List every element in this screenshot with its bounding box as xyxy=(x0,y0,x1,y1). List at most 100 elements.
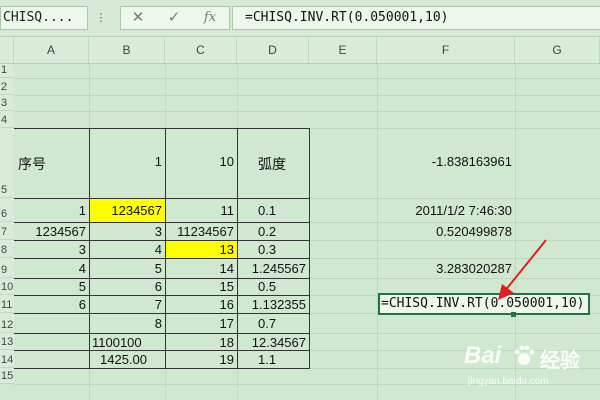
cell-c7[interactable]: 11234567 xyxy=(166,224,237,239)
column-header-c[interactable]: C xyxy=(165,37,237,63)
cell-c8[interactable]: 13 xyxy=(166,242,237,257)
cell-d13[interactable]: 12.34567 xyxy=(238,335,309,350)
row-header-3[interactable]: 3 xyxy=(0,95,14,111)
cell-d10[interactable]: 0.5 xyxy=(238,279,309,294)
formula-buttons: ✕ ✓ fx xyxy=(120,6,230,30)
gridline xyxy=(165,368,166,400)
cell-a9[interactable]: 4 xyxy=(15,261,89,276)
gridline xyxy=(309,333,600,334)
cell-d12[interactable]: 0.7 xyxy=(238,316,309,331)
cell-d8[interactable]: 0.3 xyxy=(238,242,309,257)
column-header-f[interactable]: F xyxy=(377,37,515,63)
row-header-6[interactable]: 6 xyxy=(0,198,14,222)
gridline xyxy=(237,64,238,128)
gridline xyxy=(14,111,600,112)
cell-d5[interactable]: 弧度 xyxy=(238,154,309,174)
gridline xyxy=(165,64,166,128)
cell-b7[interactable]: 3 xyxy=(90,224,165,239)
row-header-4[interactable]: 4 xyxy=(0,111,14,128)
annotation-arrow-icon xyxy=(498,239,547,300)
gridline xyxy=(14,95,600,96)
row-header-5[interactable]: 5 xyxy=(0,128,14,198)
cell-b9[interactable]: 5 xyxy=(90,261,165,276)
cell-f6[interactable]: 2011/1/2 7:46:30 xyxy=(378,203,515,218)
cell-c9[interactable]: 14 xyxy=(166,261,237,276)
cell-b14[interactable]: 1425.00 xyxy=(90,352,165,367)
insert-function-icon[interactable]: fx xyxy=(193,7,227,29)
column-header-a[interactable]: A xyxy=(14,37,89,63)
select-all-corner[interactable] xyxy=(0,37,14,63)
cell-d11[interactable]: 1.132355 xyxy=(238,297,309,312)
column-header-e[interactable]: E xyxy=(309,37,377,63)
table-border xyxy=(309,128,310,368)
chevron-down-icon[interactable]: ⋮ xyxy=(94,6,108,30)
table-border xyxy=(14,222,310,223)
column-header-b[interactable]: B xyxy=(89,37,165,63)
cell-d9[interactable]: 1.245567 xyxy=(238,261,309,276)
formula-input[interactable]: =CHISQ.INV.RT(0.050001,10) xyxy=(232,6,600,30)
cell-c13[interactable]: 18 xyxy=(166,335,237,350)
table-border xyxy=(14,295,310,296)
row-header-12[interactable]: 12 xyxy=(0,313,14,333)
cell-a8[interactable]: 3 xyxy=(15,242,89,257)
column-header-d[interactable]: D xyxy=(237,37,309,63)
column-header-row: A B C D E F G xyxy=(0,37,600,64)
cell-b12[interactable]: 8 xyxy=(90,316,165,331)
cell-b5[interactable]: 1 xyxy=(90,154,165,169)
cell-c14[interactable]: 19 xyxy=(166,352,237,367)
cell-c5[interactable]: 10 xyxy=(166,154,237,169)
cell-b13[interactable]: 1100100 xyxy=(90,335,165,350)
fill-handle[interactable] xyxy=(511,312,516,317)
name-box[interactable]: CHISQ.... xyxy=(0,6,88,30)
cell-a10[interactable]: 5 xyxy=(15,279,89,294)
table-border xyxy=(14,258,310,259)
watermark-brand: Bai xyxy=(464,342,502,369)
gridline xyxy=(14,78,600,79)
formula-toolbar: CHISQ.... ⋮ ✕ ✓ fx =CHISQ.INV.RT(0.05000… xyxy=(0,0,600,37)
row-header-8[interactable]: 8 xyxy=(0,240,14,258)
cell-c11[interactable]: 16 xyxy=(166,297,237,312)
row-header-11[interactable]: 11 xyxy=(0,295,14,313)
cell-a6[interactable]: 1 xyxy=(15,203,89,218)
cell-b11[interactable]: 7 xyxy=(90,297,165,312)
column-header-g[interactable]: G xyxy=(515,37,600,63)
baidu-watermark: Bai 经验 jingyan.baidu.com xyxy=(458,338,598,400)
table-border xyxy=(14,350,310,351)
paw-icon xyxy=(514,345,535,365)
cell-c6[interactable]: 11 xyxy=(166,203,237,218)
table-border xyxy=(14,313,310,314)
row-header-7[interactable]: 7 xyxy=(0,222,14,240)
table-border xyxy=(14,368,310,369)
row-header-1[interactable]: 1 xyxy=(0,64,14,78)
cell-b6[interactable]: 1234567 xyxy=(90,203,165,218)
table-border xyxy=(14,128,310,129)
row-header-9[interactable]: 9 xyxy=(0,258,14,278)
cell-f5[interactable]: -1.838163961 xyxy=(378,154,515,169)
cell-a7[interactable]: 1234567 xyxy=(15,224,89,239)
cell-a5[interactable]: 序号 xyxy=(15,154,89,174)
gridline xyxy=(89,64,90,128)
row-header-15[interactable]: 15 xyxy=(0,368,14,384)
enter-check-icon[interactable]: ✓ xyxy=(157,7,191,29)
cell-c10[interactable]: 15 xyxy=(166,279,237,294)
table-border xyxy=(14,198,310,199)
table-border xyxy=(14,333,310,334)
cell-c12[interactable]: 17 xyxy=(166,316,237,331)
cancel-icon[interactable]: ✕ xyxy=(121,7,155,29)
cell-d6[interactable]: 0.1 xyxy=(238,203,309,218)
row-header-14[interactable]: 14 xyxy=(0,350,14,368)
gridline xyxy=(309,222,600,223)
gridline xyxy=(89,368,90,400)
gridline xyxy=(237,368,238,400)
watermark-url: jingyan.baidu.com xyxy=(468,376,549,387)
cell-b8[interactable]: 4 xyxy=(90,242,165,257)
cell-b10[interactable]: 6 xyxy=(90,279,165,294)
table-border xyxy=(14,240,310,241)
cell-d7[interactable]: 0.2 xyxy=(238,224,309,239)
cell-d14[interactable]: 1.1 xyxy=(238,352,309,367)
watermark-suffix: 经验 xyxy=(540,350,580,372)
row-header-10[interactable]: 10 xyxy=(0,278,14,295)
cell-a11[interactable]: 6 xyxy=(15,297,89,312)
row-header-2[interactable]: 2 xyxy=(0,78,14,95)
row-header-13[interactable]: 13 xyxy=(0,333,14,350)
